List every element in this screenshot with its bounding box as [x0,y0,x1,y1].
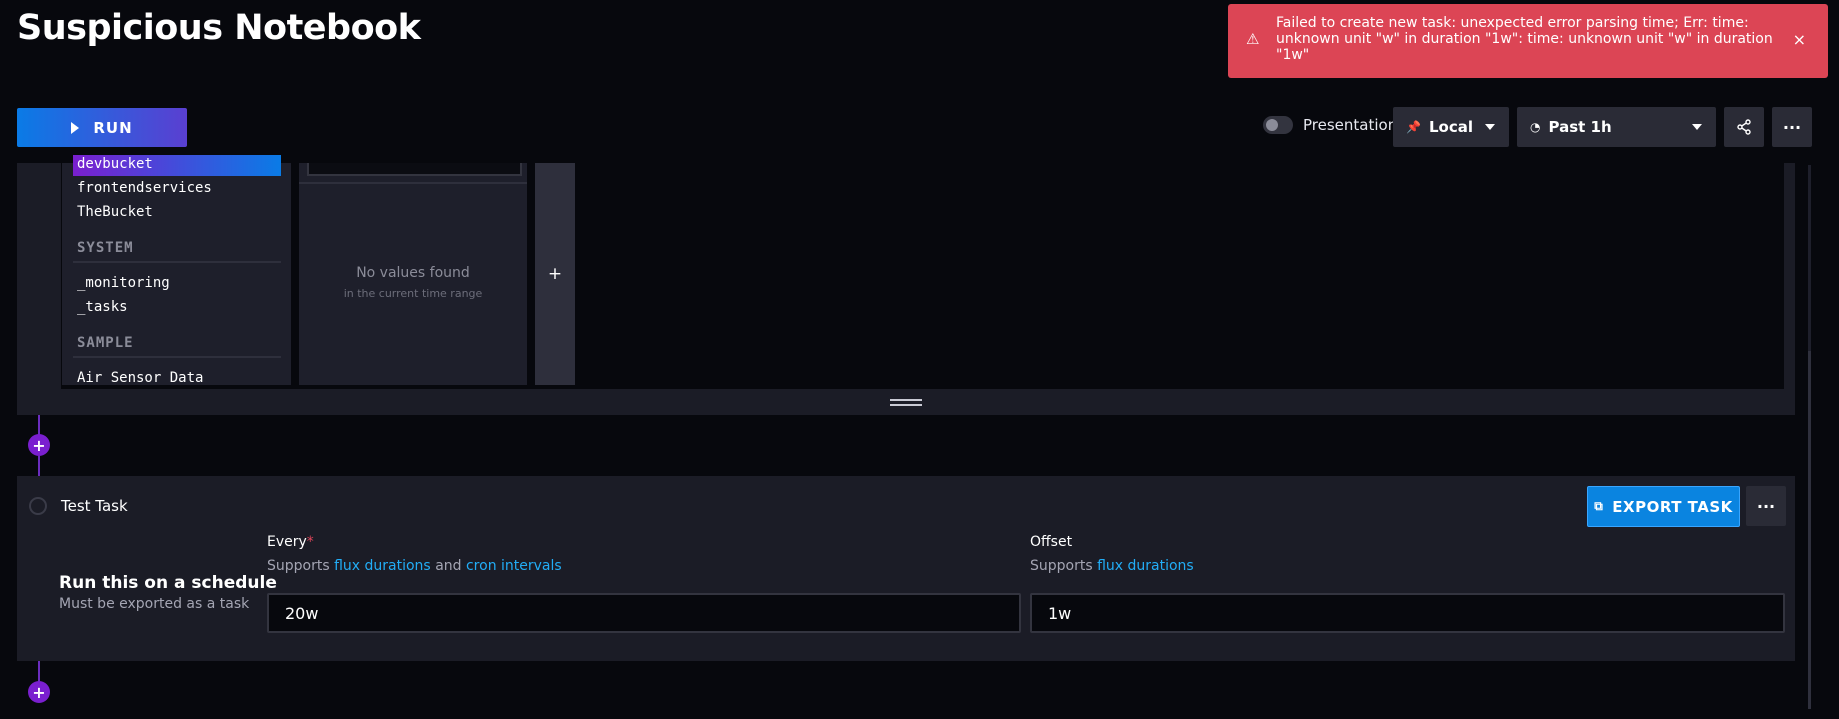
every-input[interactable]: 20w [267,593,1021,633]
export-task-button[interactable]: ⧉ EXPORT TASK [1587,486,1740,527]
values-divider [299,182,527,184]
bucket-item[interactable]: devbucket [77,156,153,172]
add-cell-button[interactable]: + [28,434,50,456]
time-range-label: Past 1h [1548,118,1612,136]
cron-intervals-link[interactable]: cron intervals [466,558,562,574]
presentation-label: Presentation [1303,116,1398,134]
time-range-dropdown[interactable]: ◔ Past 1h [1517,107,1716,147]
pin-icon: 📌 [1406,120,1421,134]
share-icon [1737,119,1751,135]
section-divider [73,356,281,358]
task-name[interactable]: Test Task [61,497,128,515]
bucket-item[interactable]: Air Sensor Data [77,370,203,386]
task-status-icon [29,497,47,515]
offset-help-prefix: Supports [1030,558,1093,574]
more-icon: ··· [1756,496,1776,516]
bucket-item[interactable]: TheBucket [77,204,153,220]
flux-durations-link[interactable]: flux durations [334,558,431,574]
bucket-section-sample: SAMPLE [77,335,134,351]
error-toast: ⚠ Failed to create new task: unexpected … [1228,4,1828,78]
every-label-text: Every [267,534,307,550]
close-icon[interactable]: × [1793,30,1806,49]
toggle-switch[interactable] [1263,116,1293,134]
every-help: Supports flux durations and cron interva… [267,558,562,574]
offset-label: Offset [1030,534,1073,550]
bucket-item[interactable]: _tasks [77,299,128,315]
more-button[interactable]: ··· [1772,107,1812,147]
every-help-prefix: Supports [267,558,330,574]
section-divider [73,261,281,263]
run-button[interactable]: RUN [17,108,187,147]
chevron-down-icon [1692,124,1702,130]
clock-icon: ◔ [1530,120,1541,134]
toggle-knob [1266,119,1278,131]
every-help-and: and [435,558,462,574]
schedule-title: Run this on a schedule [59,573,277,593]
empty-values-title: No values found [356,265,470,281]
offset-help: Supports flux durations [1030,558,1194,574]
scrollbar-thumb[interactable] [1808,351,1811,709]
presentation-toggle[interactable]: Presentation [1263,116,1397,134]
more-icon: ··· [1782,117,1802,137]
run-label: RUN [93,118,133,137]
empty-values-subtitle: in the current time range [343,287,483,300]
flux-durations-link[interactable]: flux durations [1097,558,1194,574]
every-label: Every* [267,534,314,550]
timezone-label: Local [1428,118,1473,136]
task-more-button[interactable]: ··· [1746,486,1786,526]
timezone-dropdown[interactable]: 📌 Local [1393,107,1509,147]
play-icon [71,121,80,134]
values-search-input[interactable] [307,163,522,176]
schedule-subtitle: Must be exported as a task [59,596,250,612]
page-title: Suspicious Notebook [17,8,421,48]
scrollbar[interactable] [1808,165,1811,709]
plus-icon: + [32,682,46,702]
warning-icon: ⚠ [1246,30,1260,48]
chevron-down-icon [1485,124,1495,130]
plus-icon: + [547,264,563,284]
required-marker: * [306,534,314,550]
bucket-item[interactable]: _monitoring [77,275,170,291]
share-button[interactable] [1724,107,1764,147]
external-link-icon: ⧉ [1594,499,1604,513]
add-column-button[interactable]: + [535,163,575,385]
plus-icon: + [32,435,46,455]
resize-handle[interactable] [890,399,922,407]
add-cell-button[interactable]: + [28,681,50,703]
offset-input[interactable]: 1w [1030,593,1785,633]
bucket-list [62,163,291,385]
export-task-label: EXPORT TASK [1612,497,1733,516]
bucket-section-system: SYSTEM [77,240,134,256]
toast-message: Failed to create new task: unexpected er… [1276,15,1773,63]
bucket-item[interactable]: frontendservices [77,180,212,196]
